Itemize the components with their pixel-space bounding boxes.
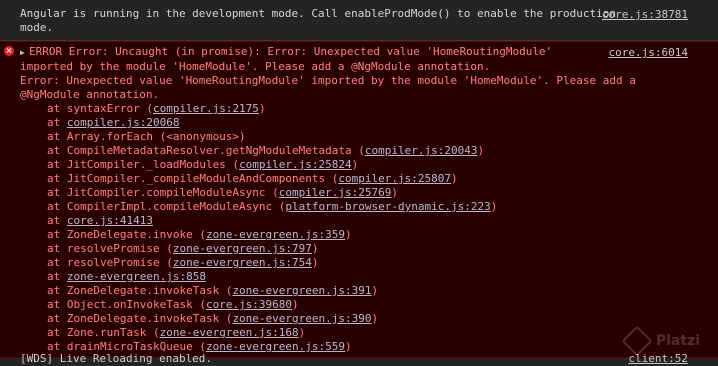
stack-frame-function: at Array.forEach (<anonymous>) [47,130,246,143]
stack-frame-suffix: ) [311,256,319,269]
stack-frame-suffix: ) [371,312,379,325]
stack-frame: at zone-evergreen.js:858 [20,270,698,284]
stack-frame-source-link[interactable]: compiler.js:25807 [338,172,451,185]
stack-frame-source-link[interactable]: zone-evergreen.js:391 [232,284,371,297]
stack-frame-source-link[interactable]: zone-evergreen.js:359 [206,228,345,241]
stack-frame-suffix: ) [451,172,458,185]
stack-frame-function: at resolvePromise ( [47,242,173,255]
stack-frame-function: at CompilerImpl.compileModuleAsync ( [47,200,286,213]
stack-frame-function: at [47,214,67,227]
stack-frame-suffix: ) [351,158,359,171]
stack-frame: at resolvePromise (zone-evergreen.js:754… [20,256,698,270]
stack-frame-suffix: ) [258,102,266,115]
stack-frame: at ZoneDelegate.invokeTask (zone-evergre… [20,284,698,298]
expand-toggle-icon[interactable]: ▶ [20,46,29,60]
console-message-info: Angular is running in the development mo… [0,0,718,41]
stack-frame-suffix: ) [345,228,352,241]
stack-frame: at JitCompiler.compileModuleAsync (compi… [20,186,698,200]
stack-frame-function: at ZoneDelegate.invoke ( [47,228,206,241]
stack-frame-suffix: ) [490,200,498,213]
stack-frame-function: at ZoneDelegate.invokeTask ( [47,284,233,297]
stack-frame-source-link[interactable]: zone-evergreen.js:754 [173,256,312,269]
stack-frame: at Array.forEach (<anonymous>) [20,130,698,144]
stack-frame-source-link[interactable]: zone-evergreen.js:858 [67,270,206,283]
stack-frame-suffix: ) [477,144,485,157]
stack-frame-source-link[interactable]: zone-evergreen.js:797 [173,242,312,255]
stack-frame-source-link[interactable]: compiler.js:25769 [279,186,392,199]
console-message-live-reload: [WDS] Live Reloading enabled. client:52 [0,352,718,366]
stack-trace: at syntaxError (compiler.js:2175) at comp… [20,102,698,354]
error-icon: × [4,46,14,56]
stack-frame: at CompileMetadataResolver.getNgModuleMe… [20,144,698,158]
info-message-text: Angular is running in the development mo… [20,7,623,34]
stack-frame: at resolvePromise (zone-evergreen.js:797… [20,242,698,256]
stack-frame: at CompilerImpl.compileModuleAsync (plat… [20,200,698,214]
stack-frame: at Object.onInvokeTask (core.js:39680) [20,298,698,312]
stack-frame-source-link[interactable]: core.js:41413 [67,214,153,227]
error-header-text: ERROR Error: Uncaught (in promise): Erro… [20,45,559,73]
stack-frame-source-link[interactable]: compiler.js:20043 [365,144,478,157]
error-detail-text: Error: Unexpected value 'HomeRoutingModu… [20,74,643,101]
platzi-logo-icon [621,325,653,357]
error-message-source-link[interactable]: core.js:6014 [609,46,688,60]
stack-frame-suffix: ) [298,326,306,339]
stack-frame: at ZoneDelegate.invokeTask (zone-evergre… [20,312,698,326]
watermark-text: Platzi [655,333,700,349]
stack-frame-source-link[interactable]: compiler.js:20068 [67,116,180,129]
stack-frame-function: at Zone.runTask ( [47,326,160,339]
stack-frame-source-link[interactable]: zone-evergreen.js:168 [160,326,299,339]
stack-frame-source-link[interactable]: compiler.js:25824 [239,158,352,171]
stack-frame-function: at Object.onInvokeTask ( [47,298,206,311]
stack-frame-suffix: ) [391,186,399,199]
stack-frame-function: at JitCompiler._loadModules ( [47,158,240,171]
stack-frame-source-link[interactable]: platform-browser-dynamic.js:223 [285,200,490,213]
stack-frame: at ZoneDelegate.invoke (zone-evergreen.j… [20,228,698,242]
stack-frame-function: at [47,270,67,283]
stack-frame-suffix: ) [311,242,319,255]
stack-frame-function: at resolvePromise ( [47,256,173,269]
stack-frame-function: at ZoneDelegate.invokeTask ( [47,312,233,325]
stack-frame-suffix: ) [292,298,299,311]
stack-frame: at compiler.js:20068 [20,116,698,130]
console-message-error: × core.js:6014 ▶ ERROR Error: Uncaught (i… [0,41,718,358]
stack-frame: at core.js:41413 [20,214,698,228]
live-reload-text: [WDS] Live Reloading enabled. [20,352,213,365]
stack-frame-function: at [47,116,67,129]
stack-frame-function: at JitCompiler._compileModuleAndComponen… [47,172,339,185]
stack-frame-source-link[interactable]: compiler.js:2175 [153,102,259,115]
stack-frame: at syntaxError (compiler.js:2175) [20,102,698,116]
stack-frame-source-link[interactable]: zone-evergreen.js:390 [232,312,371,325]
stack-frame-source-link[interactable]: core.js:39680 [206,298,292,311]
stack-frame-function: at JitCompiler.compileModuleAsync ( [47,186,279,199]
stack-frame: at JitCompiler._compileModuleAndComponen… [20,172,698,186]
stack-frame: at Zone.runTask (zone-evergreen.js:168) [20,326,698,340]
platzi-watermark: Platzi [621,325,700,357]
error-header: ▶ ERROR Error: Uncaught (in promise): Err… [20,45,698,74]
stack-frame: at JitCompiler._loadModules (compiler.js… [20,158,698,172]
stack-frame-function: at syntaxError ( [47,102,153,115]
stack-frame-suffix: ) [371,284,379,297]
devtools-console: Angular is running in the development mo… [0,0,718,365]
stack-frame-function: at CompileMetadataResolver.getNgModuleMe… [47,144,365,157]
info-message-source-link[interactable]: core.js:38781 [602,8,688,22]
